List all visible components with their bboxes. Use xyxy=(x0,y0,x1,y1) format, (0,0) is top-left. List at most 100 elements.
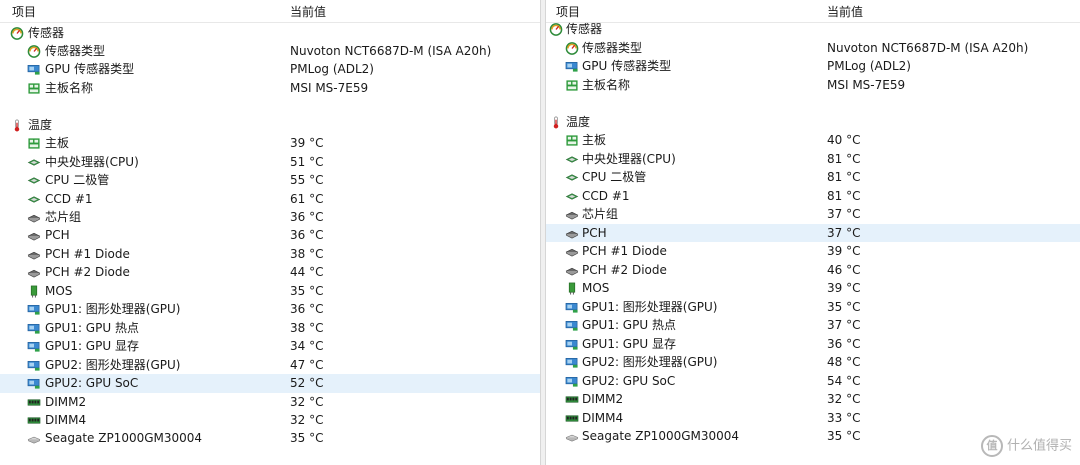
row-label: PCH xyxy=(45,228,70,243)
mos-icon xyxy=(27,285,41,298)
sensor-row[interactable]: PCH 36 °C xyxy=(0,226,540,245)
row-label: 主板名称 xyxy=(45,80,94,95)
sensor-row[interactable]: 中央处理器(CPU) 51 °C xyxy=(0,153,540,172)
sensor-row[interactable]: GPU1: GPU 显存 36 °C xyxy=(546,335,1080,354)
sensor-row[interactable]: CCD #1 61 °C xyxy=(0,190,540,209)
group-row[interactable]: 传感器 xyxy=(546,20,1080,39)
sensor-row[interactable]: GPU1: GPU 显存 34 °C xyxy=(0,337,540,356)
row-label: 主板 xyxy=(582,133,607,147)
row-label: GPU1: GPU 热点 xyxy=(582,318,676,332)
row-label: 中央处理器(CPU) xyxy=(45,154,139,169)
sensor-row[interactable]: GPU2: 图形处理器(GPU) 47 °C xyxy=(0,356,540,375)
column-header: 项目 当前值 xyxy=(0,0,540,23)
chipset-icon xyxy=(27,211,41,224)
sensor-row[interactable]: DIMM2 32 °C xyxy=(0,393,540,412)
row-value: PMLog (ADL2) xyxy=(827,59,911,73)
sensor-row[interactable]: DIMM2 32 °C xyxy=(546,390,1080,409)
row-label: Seagate ZP1000GM30004 xyxy=(45,431,203,446)
hdd-icon xyxy=(27,432,41,445)
sensor-row[interactable]: CPU 二极管 81 °C xyxy=(546,168,1080,187)
sensor-row[interactable]: 主板名称 MSI MS-7E59 xyxy=(546,76,1080,95)
row-value: 55 °C xyxy=(290,173,324,188)
gauge-icon xyxy=(549,23,563,36)
thermometer-icon xyxy=(549,116,563,129)
row-label: GPU1: 图形处理器(GPU) xyxy=(582,299,718,314)
motherboard-icon xyxy=(565,79,579,92)
group-row[interactable]: 传感器 xyxy=(0,24,540,43)
cpu-chip-icon xyxy=(565,171,579,184)
sensor-row[interactable]: GPU1: 图形处理器(GPU) 36 °C xyxy=(0,300,540,319)
row-label: CPU 二极管 xyxy=(45,173,110,188)
gpu-card-icon xyxy=(565,60,579,73)
sensor-row[interactable]: 中央处理器(CPU) 81 °C xyxy=(546,150,1080,169)
sensor-row[interactable]: 传感器类型 Nuvoton NCT6687D-M (ISA A20h) xyxy=(0,42,540,61)
gpu-card-icon xyxy=(565,356,579,369)
group-row[interactable]: 温度 xyxy=(546,113,1080,132)
column-header-value[interactable]: 当前值 xyxy=(827,4,863,20)
sensor-row[interactable]: 主板 40 °C xyxy=(546,131,1080,150)
sensor-row[interactable]: PCH 37 °C xyxy=(546,223,1080,242)
sensor-row[interactable]: 芯片组 37 °C xyxy=(546,205,1080,224)
row-value: 47 °C xyxy=(290,357,324,372)
sensor-row[interactable]: GPU1: 图形处理器(GPU) 35 °C xyxy=(546,298,1080,317)
row-value: MSI MS-7E59 xyxy=(827,77,906,92)
right-sensor-panel: 项目 当前值 传感器 传感器类型 Nuvoton NCT6687D-M (ISA A… xyxy=(545,0,1080,465)
column-header-item[interactable]: 项目 xyxy=(12,4,36,20)
site-watermark: 值什么值得买 xyxy=(980,435,1072,457)
sensor-row[interactable]: PCH #1 Diode 38 °C xyxy=(0,245,540,264)
gpu-card-icon xyxy=(27,63,41,76)
sensor-row[interactable]: DIMM4 32 °C xyxy=(0,411,540,430)
row-value: Nuvoton NCT6687D-M (ISA A20h) xyxy=(290,43,492,58)
watermark-text: 什么值得买 xyxy=(1006,438,1072,454)
chipset-icon xyxy=(27,248,41,261)
chipset-icon xyxy=(565,264,579,277)
gpu-card-icon xyxy=(565,375,579,388)
sensor-row[interactable]: GPU 传感器类型 PMLog (ADL2) xyxy=(546,57,1080,76)
sensor-row[interactable]: CPU 二极管 55 °C xyxy=(0,171,540,190)
sensor-row[interactable]: 主板 39 °C xyxy=(0,134,540,153)
row-value: Nuvoton NCT6687D-M (ISA A20h) xyxy=(827,40,1029,55)
sensor-row[interactable]: CCD #1 81 °C xyxy=(546,187,1080,206)
sensor-row[interactable]: MOS 39 °C xyxy=(546,279,1080,298)
cpu-chip-icon xyxy=(565,190,579,203)
row-value: 33 °C xyxy=(827,410,861,425)
row-value: 32 °C xyxy=(827,392,861,406)
row-value: 35 °C xyxy=(827,299,861,314)
column-header-value[interactable]: 当前值 xyxy=(290,4,326,20)
row-value: 35 °C xyxy=(290,431,324,446)
sensor-row[interactable]: 主板名称 MSI MS-7E59 xyxy=(0,79,540,98)
row-value: 32 °C xyxy=(290,412,324,427)
group-row[interactable]: 温度 xyxy=(0,116,540,135)
sensor-row[interactable]: GPU2: 图形处理器(GPU) 48 °C xyxy=(546,353,1080,372)
row-value: 38 °C xyxy=(290,320,324,335)
mos-icon xyxy=(565,282,579,295)
row-value: 39 °C xyxy=(827,244,861,258)
cpu-chip-icon xyxy=(565,153,579,166)
sensor-row[interactable]: Seagate ZP1000GM30004 35 °C xyxy=(0,429,540,448)
sensor-row[interactable]: GPU1: GPU 热点 37 °C xyxy=(546,316,1080,335)
row-label: GPU2: 图形处理器(GPU) xyxy=(582,355,718,369)
sensor-row[interactable]: PCH #2 Diode 44 °C xyxy=(0,263,540,282)
cpu-chip-icon xyxy=(27,174,41,187)
sensor-row[interactable]: GPU2: GPU SoC 54 °C xyxy=(546,372,1080,391)
row-label: 传感器类型 xyxy=(582,40,643,55)
sensor-row[interactable]: PCH #2 Diode 46 °C xyxy=(546,261,1080,280)
row-label: GPU2: GPU SoC xyxy=(582,373,676,388)
row-label: DIMM2 xyxy=(45,394,87,409)
row-label: PCH xyxy=(582,225,607,240)
row-value: 34 °C xyxy=(290,339,324,354)
motherboard-icon xyxy=(27,137,41,150)
sensor-row[interactable]: GPU 传感器类型 PMLog (ADL2) xyxy=(0,60,540,79)
sensor-row[interactable]: DIMM4 33 °C xyxy=(546,409,1080,428)
sensor-row[interactable]: 传感器类型 Nuvoton NCT6687D-M (ISA A20h) xyxy=(546,39,1080,58)
row-value: 81 °C xyxy=(827,188,861,203)
column-header-item[interactable]: 项目 xyxy=(556,4,580,20)
sensor-row[interactable]: PCH #1 Diode 39 °C xyxy=(546,242,1080,261)
row-value: 81 °C xyxy=(827,151,861,166)
row-value: 35 °C xyxy=(827,429,861,443)
sensor-row[interactable]: GPU2: GPU SoC 52 °C xyxy=(0,374,540,393)
dimm-icon xyxy=(27,396,41,409)
sensor-row[interactable]: MOS 35 °C xyxy=(0,282,540,301)
sensor-row[interactable]: 芯片组 36 °C xyxy=(0,208,540,227)
sensor-row[interactable]: GPU1: GPU 热点 38 °C xyxy=(0,319,540,338)
